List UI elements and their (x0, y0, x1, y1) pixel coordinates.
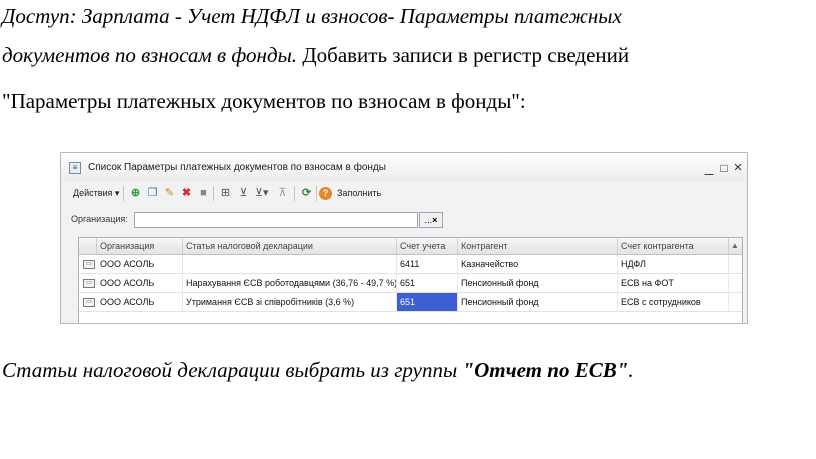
toolbar-separator (213, 186, 214, 201)
doc-line-3: "Параметры платежных документов по взнос… (2, 89, 526, 113)
column-header[interactable]: Счет учета (397, 238, 458, 254)
stop-icon[interactable]: ■ (197, 187, 210, 200)
delete-icon[interactable]: ✖ (180, 187, 193, 200)
doc-line-2: документов по взносам в фонды. Добавить … (2, 42, 629, 68)
refresh-icon[interactable]: ⟳ (300, 187, 313, 200)
doc-line-2-italic: документов по взносам в фонды. (2, 43, 298, 67)
cell-account-selected[interactable]: 651 (397, 293, 458, 311)
fill-button[interactable]: Заполнить (337, 186, 381, 201)
add-icon[interactable]: ⊕ (129, 187, 142, 200)
params-table: Организация Статья налоговой декларации … (78, 237, 743, 323)
column-header[interactable]: Контрагент (458, 238, 618, 254)
close-button[interactable]: × (731, 159, 745, 177)
sort-indicator-icon[interactable]: ▲ (729, 238, 741, 254)
edit-icon[interactable]: ✎ (163, 187, 176, 200)
actions-menu-button[interactable]: Действия ▾ (73, 186, 119, 201)
cell-tax-article[interactable] (183, 255, 397, 273)
cell-organization[interactable]: ООО АСОЛЬ (97, 274, 183, 292)
list-icon: ≡ (69, 162, 81, 174)
cell-account[interactable]: 6411 (397, 255, 458, 273)
restore-button[interactable]: □ (717, 159, 731, 177)
window-titlebar[interactable]: ≡ Список Параметры платежных документов … (61, 153, 747, 181)
doc-line-2-rest: Добавить записи в регистр сведений (297, 43, 630, 67)
doc-line-1: Доступ: Зарплата - Учет НДФЛ и взносов- … (2, 4, 622, 28)
cell-tax-article[interactable]: Нарахування ЄСВ роботодавцями (36,76 - 4… (183, 274, 397, 292)
cell-counterparty[interactable]: Пенсионный фонд (458, 293, 618, 311)
record-icon: ▭ (83, 298, 95, 307)
cell-counterparty-account[interactable]: НДФЛ (618, 255, 729, 273)
table-header: Организация Статья налоговой декларации … (79, 238, 742, 255)
column-header[interactable]: Статья налоговой декларации (183, 238, 397, 254)
header-icon-col (79, 238, 97, 254)
filter-dropdown-icon[interactable]: ⊻▾ (255, 187, 269, 200)
table-row[interactable]: ▭ ООО АСОЛЬ Утримання ЄСВ зі співробітни… (79, 293, 742, 312)
table-row[interactable]: ▭ ООО АСОЛЬ Нарахування ЄСВ роботодавцям… (79, 274, 742, 293)
list-window: ≡ Список Параметры платежных документов … (60, 152, 748, 324)
table-row[interactable]: ▭ ООО АСОЛЬ 6411 Казначейство НДФЛ (79, 255, 742, 274)
cell-counterparty-account[interactable]: ЕСВ на ФОТ (618, 274, 729, 292)
help-icon[interactable]: ? (319, 187, 332, 200)
cell-tax-article[interactable]: Утримання ЄСВ зі співробітників (3,6 %) (183, 293, 397, 311)
cell-counterparty[interactable]: Казначейство (458, 255, 618, 273)
filter-settings-icon[interactable]: ⊻ (237, 187, 250, 200)
toolbar-separator (316, 186, 317, 201)
record-icon: ▭ (83, 260, 95, 269)
clear-icon[interactable]: × (432, 215, 437, 225)
column-header[interactable]: Организация (97, 238, 183, 254)
copy-icon[interactable]: ❐ (146, 187, 159, 200)
footer-bold: "Отчет по ЕСВ" (462, 358, 629, 382)
cell-organization[interactable]: ООО АСОЛЬ (97, 293, 183, 311)
toolbar-separator (123, 186, 124, 201)
doc-footer: Статьи налоговой декларации выбрать из г… (2, 357, 634, 383)
organization-label: Организация: (71, 214, 128, 224)
filter-icon[interactable]: ⊞ (219, 187, 232, 200)
cell-account[interactable]: 651 (397, 274, 458, 292)
toolbar-separator (294, 186, 295, 201)
column-header[interactable]: Счет контрагента (618, 238, 729, 254)
footer-text: Статьи налоговой декларации выбрать из г… (2, 358, 463, 382)
cell-organization[interactable]: ООО АСОЛЬ (97, 255, 183, 273)
footer-end: . (628, 358, 634, 382)
minimize-button[interactable]: _ (702, 159, 716, 177)
organization-select-button[interactable]: ...× (419, 212, 443, 228)
ellipsis-icon: ... (424, 215, 433, 225)
organization-filter: Организация: ...× (61, 209, 747, 231)
organization-input[interactable] (134, 212, 418, 228)
toolbar: Действия ▾ ⊕ ❐ ✎ ✖ ■ ⊞ ⊻ ⊻▾ ⊼ ⟳ ? Заполн… (61, 182, 747, 205)
record-icon: ▭ (83, 279, 95, 288)
cell-counterparty-account[interactable]: ЕСВ с сотрудников (618, 293, 729, 311)
clear-filter-icon[interactable]: ⊼ (276, 187, 289, 200)
window-title: Список Параметры платежных документов по… (88, 162, 386, 173)
cell-counterparty[interactable]: Пенсионный фонд (458, 274, 618, 292)
